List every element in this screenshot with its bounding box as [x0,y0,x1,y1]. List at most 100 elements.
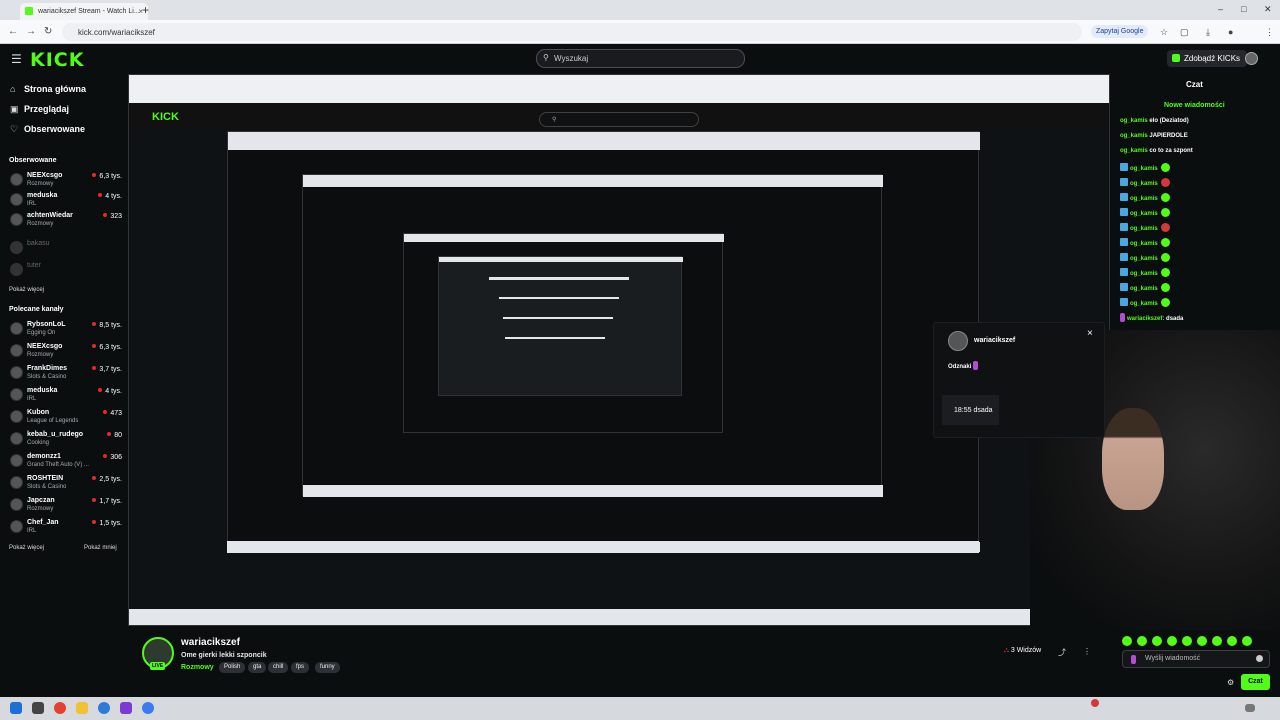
emote-icon[interactable] [1122,636,1132,646]
bookmark-star-icon[interactable]: ☆ [1160,27,1168,38]
chat-emote-icon[interactable] [1160,208,1170,217]
followed-channel-offline[interactable]: tuter [10,260,122,280]
app-taskbar-icon[interactable] [120,702,132,714]
discord-icon[interactable] [142,702,154,714]
nav-home[interactable]: ⌂ Strona główna [10,84,86,94]
get-kicks-button[interactable]: Zdobądź KICKs [1167,50,1248,67]
chat-username[interactable]: og_kamis [1120,118,1148,124]
ask-google-button[interactable]: Zapytaj Google [1091,25,1149,38]
channel-category: Egging On [27,330,56,336]
emote-icon[interactable] [1137,636,1147,646]
emote-icon[interactable] [1212,636,1222,646]
popup-close-icon[interactable]: × [1087,328,1093,339]
chat-emote-icon[interactable] [1160,283,1170,292]
heart-icon: ♡ [10,124,19,134]
minimize-icon[interactable]: – [1218,4,1223,14]
extensions-icon[interactable]: ▢ [1180,27,1189,38]
chat-username[interactable]: og_kamis [1130,286,1158,292]
chrome-taskbar-icon[interactable] [54,702,66,714]
chat-username[interactable]: og_kamis [1130,226,1158,232]
back-icon[interactable]: ← [8,26,18,37]
new-tab-button[interactable]: + [142,3,149,17]
share-icon[interactable]: ⤴ [1058,647,1066,658]
search-input[interactable]: ⚲ Wyszukaj [536,49,745,68]
emote-icon[interactable] [1182,636,1192,646]
show-less-recommended[interactable]: Pokaż mniej [84,545,117,551]
emote-icon[interactable] [1167,636,1177,646]
recommended-channel[interactable]: ROSHTEIN Slots & Casino 2,5 tys. [10,473,122,493]
stream-tag[interactable]: Polish [219,662,246,673]
stream-tag[interactable]: gta [248,662,267,673]
chat-emote-icon[interactable] [1160,298,1170,307]
followed-channel[interactable]: meduska IRL 4 tys. [10,190,122,210]
emote-icon[interactable] [1152,636,1162,646]
chat-username[interactable]: og_kamis [1120,133,1148,139]
user-avatar[interactable] [1245,52,1258,65]
streamer-name[interactable]: wariacikszef [181,637,240,648]
recommended-channel[interactable]: RybsonLoL Egging On 8,5 tys. [10,319,122,339]
chat-emote-icon[interactable] [1160,163,1170,172]
chat-username[interactable]: og_kamis [1120,148,1148,154]
more-options-icon[interactable]: ⋮ [1083,647,1091,656]
url-field[interactable]: kick.com/wariacikszef [62,23,1082,41]
recommended-channel[interactable]: FrankDimes Slots & Casino 3,7 tys. [10,363,122,383]
chat-emote-icon[interactable] [1160,178,1170,187]
reload-icon[interactable]: ↻ [44,26,52,37]
emote-icon[interactable] [1242,636,1252,646]
stream-tag[interactable]: funny [315,662,340,673]
recommended-channel[interactable]: Chef_Jan IRL 1,5 tys. [10,517,122,537]
chat-input[interactable]: Wyślij wiadomość [1122,650,1270,668]
chat-username[interactable]: og_kamis [1130,196,1158,202]
task-view-icon[interactable] [32,702,44,714]
chat-settings-gear-icon[interactable]: ⚙ [1227,678,1234,687]
browser-tab[interactable]: wariacikszef Stream - Watch Li... × [20,3,148,20]
chat-send-button[interactable]: Czat [1241,674,1270,690]
chat-emote-icon[interactable] [1160,253,1170,262]
chat-emote-icon[interactable] [1160,223,1170,232]
stream-tag[interactable]: chill [268,662,289,673]
chat-emote-icon[interactable] [1160,268,1170,277]
recommended-channel[interactable]: Japczan Rozmowy 1,7 tys. [10,495,122,515]
close-window-icon[interactable]: ✕ [1264,4,1272,15]
nav-following[interactable]: ♡ Obserwowane [10,124,85,135]
badges-label: Odznaki [948,364,972,370]
chat-username[interactable]: og_kamis [1130,181,1158,187]
show-more-followed[interactable]: Pokaż więcej [9,287,44,293]
app-taskbar-icon[interactable] [98,702,110,714]
emoji-picker-icon[interactable] [1256,655,1263,662]
chat-username[interactable]: og_kamis [1130,166,1158,172]
recommended-channel[interactable]: kebab_u_rudego Cooking 80 [10,429,122,449]
file-explorer-icon[interactable] [76,702,88,714]
chat-emote-icon[interactable] [1160,238,1170,247]
emote-icon[interactable] [1197,636,1207,646]
popup-username[interactable]: wariacikszef [974,337,1015,344]
followed-channel[interactable]: NEEXcsgo Rozmowy 6,3 tys. [10,170,122,190]
show-more-recommended[interactable]: Pokaż więcej [9,545,44,551]
forward-icon[interactable]: → [26,26,36,37]
hamburger-menu-icon[interactable]: ☰ [11,52,22,66]
chat-username[interactable]: og_kamis [1130,256,1158,262]
chat-username[interactable]: og_kamis [1130,241,1158,247]
recommended-channel[interactable]: meduska IRL 4 tys. [10,385,122,405]
kick-logo[interactable]: KICK [30,49,84,71]
emote-icon[interactable] [1227,636,1237,646]
system-tray-icon[interactable] [1245,704,1255,712]
chat-username[interactable]: wariacikszef: [1127,316,1164,322]
followed-channel[interactable]: achtenWiedar Rozmowy 323 [10,210,122,230]
chat-username[interactable]: og_kamis [1130,301,1158,307]
profile-icon[interactable]: ● [1228,27,1233,37]
downloads-icon[interactable]: ⤓ [1206,27,1210,38]
start-menu-icon[interactable] [10,702,22,714]
chat-username[interactable]: og_kamis [1130,211,1158,217]
stream-tag[interactable]: fps [291,662,310,673]
browser-menu-icon[interactable]: ⋮ [1265,27,1274,38]
recommended-channel[interactable]: NEEXcsgo Rozmowy 6,3 tys. [10,341,122,361]
chat-username[interactable]: og_kamis [1130,271,1158,277]
chat-emote-icon[interactable] [1160,193,1170,202]
stream-category[interactable]: Rozmowy [181,664,214,671]
followed-channel-offline[interactable]: bakasu [10,238,122,258]
maximize-icon[interactable]: □ [1241,4,1246,14]
recommended-channel[interactable]: demonzz1 Grand Theft Auto (V) ... 306 [10,451,122,471]
nav-browse[interactable]: ▣ Przeglądaj [10,104,69,115]
recommended-channel[interactable]: Kubon League of Legends 473 [10,407,122,427]
